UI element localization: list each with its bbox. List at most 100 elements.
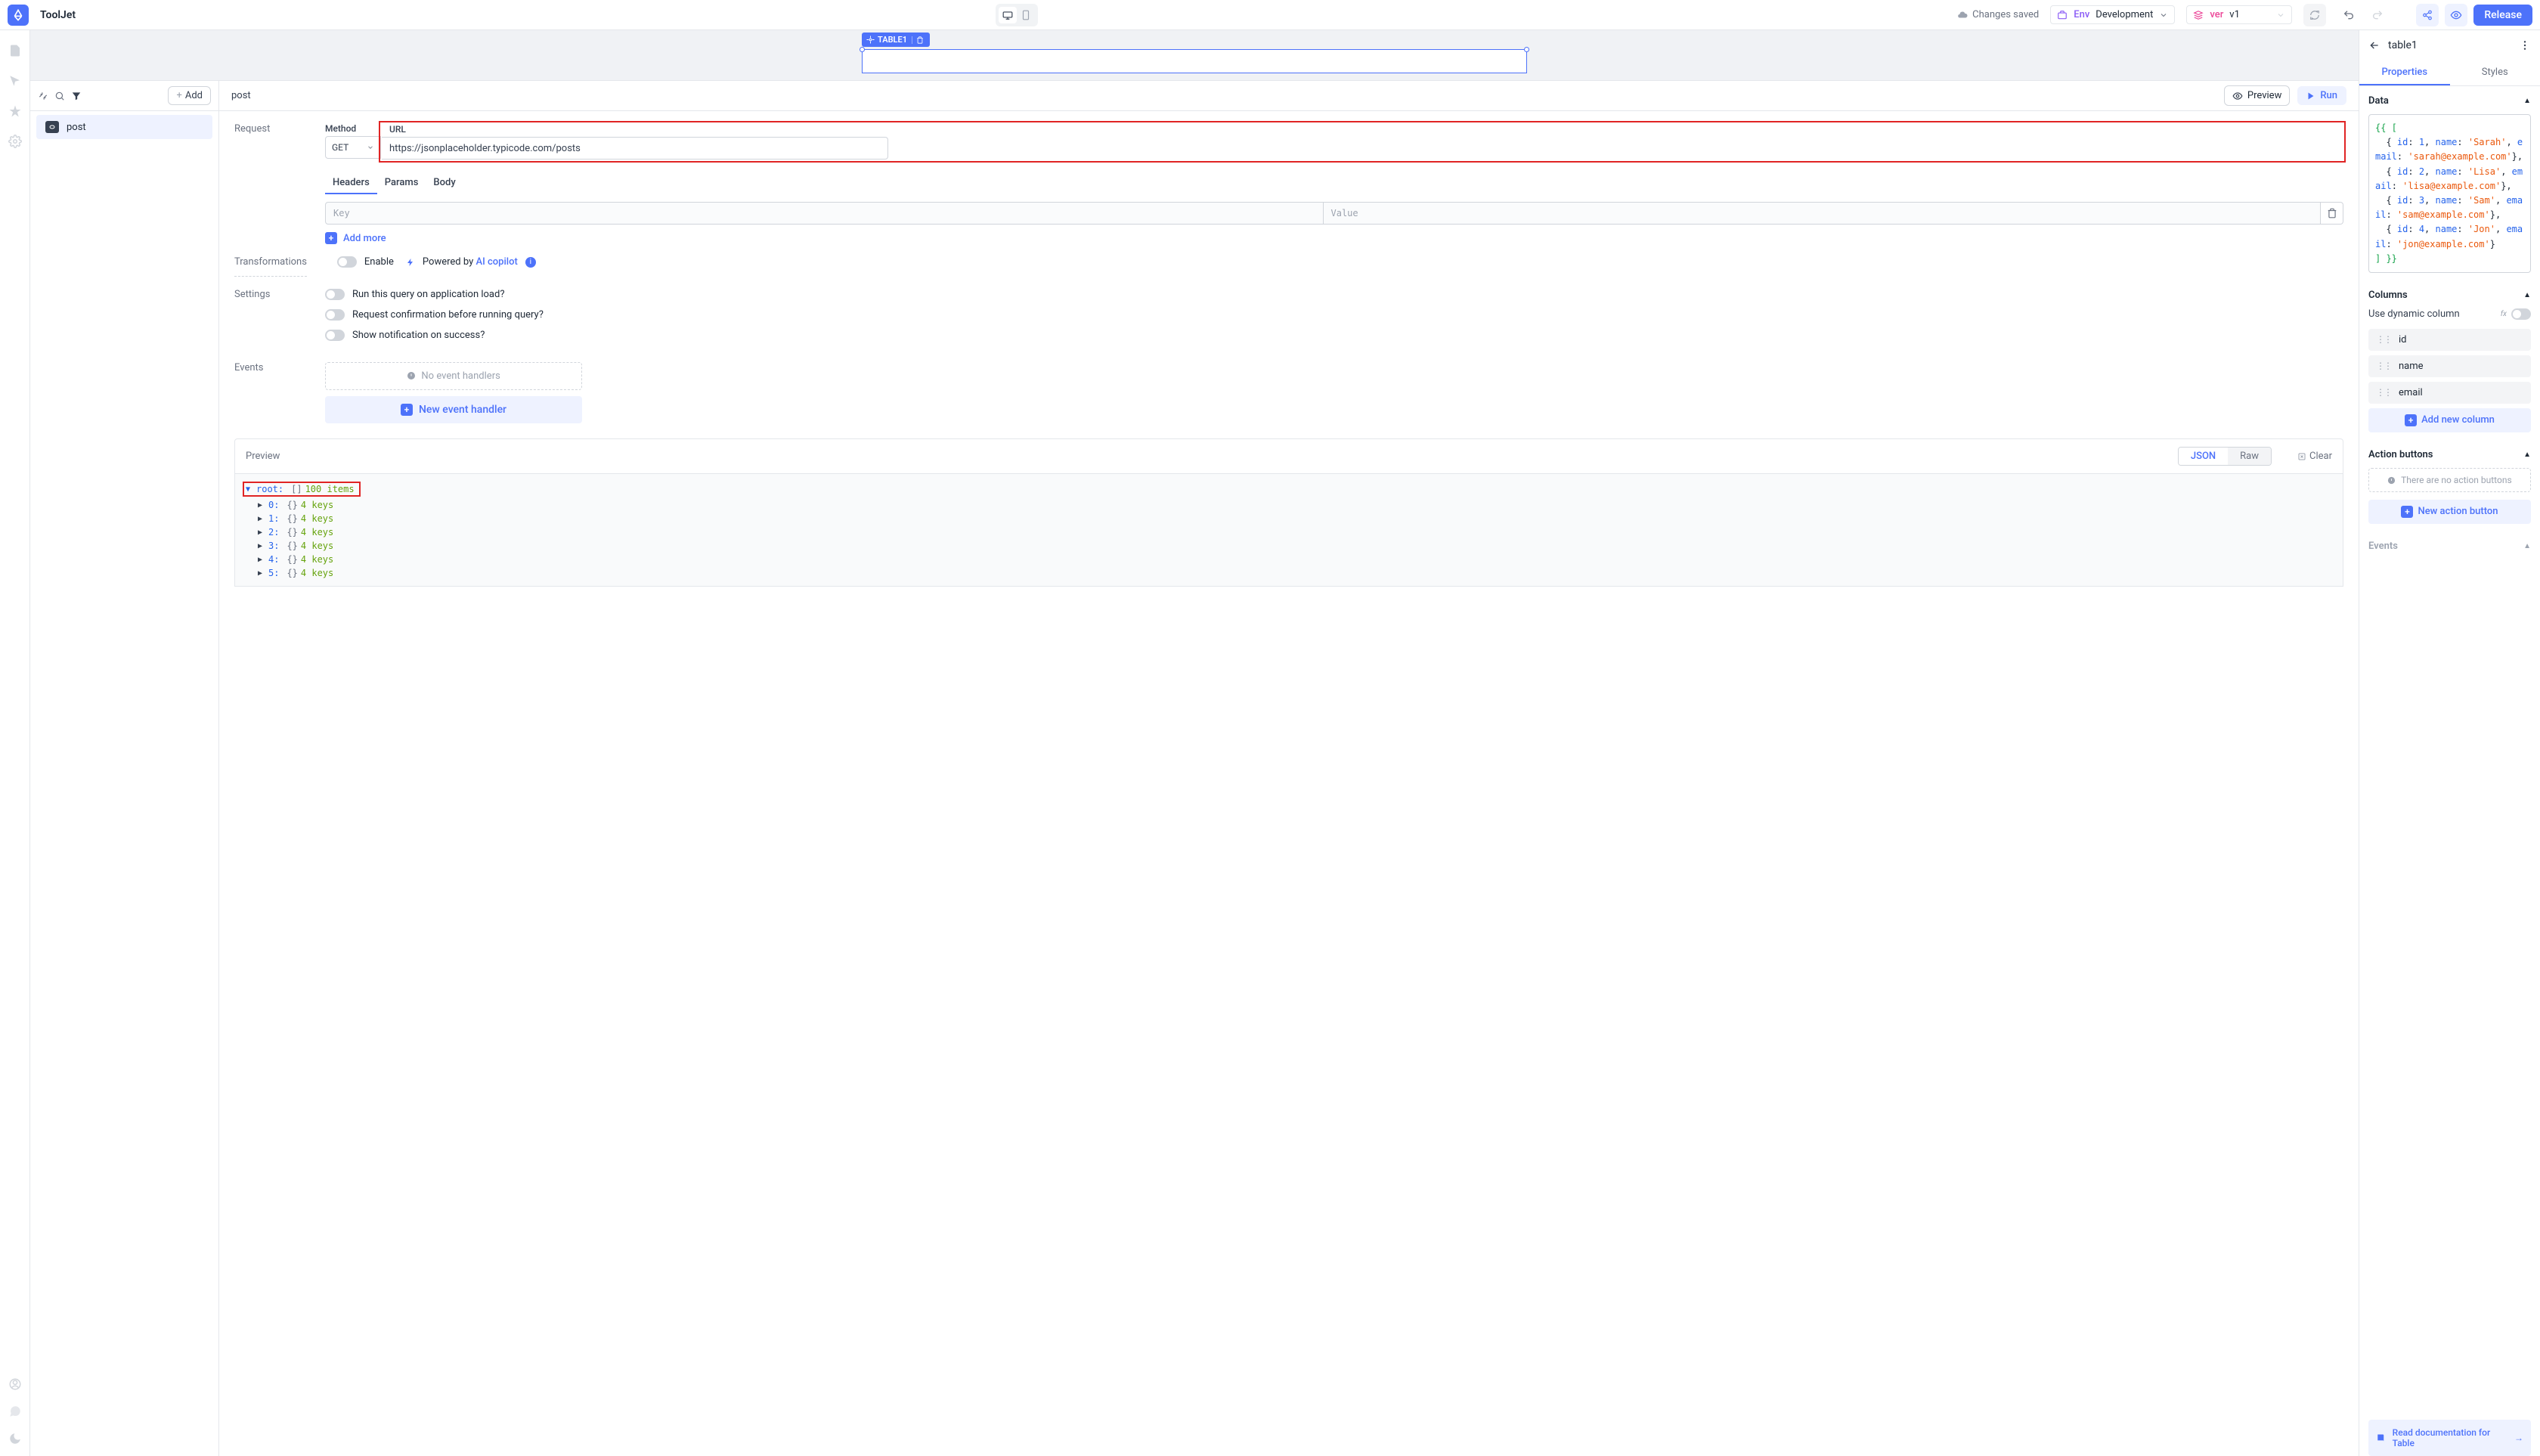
search-icon[interactable] bbox=[54, 91, 65, 101]
doc-link-footer[interactable]: Read documentation for Table → bbox=[2368, 1420, 2531, 1456]
no-action-placeholder: There are no action buttons bbox=[2368, 468, 2531, 492]
book-icon bbox=[2376, 1433, 2387, 1443]
transformations-label: Transformations bbox=[234, 256, 307, 277]
chevron-down-icon bbox=[2276, 11, 2285, 20]
topbar: ToolJet Changes saved Env Development ve… bbox=[0, 0, 2540, 30]
setting-toggle[interactable] bbox=[325, 330, 345, 341]
inspector-icon[interactable] bbox=[8, 74, 22, 88]
app-logo[interactable] bbox=[8, 5, 29, 26]
release-button[interactable]: Release bbox=[2473, 5, 2532, 26]
query-list-panel: +Add post bbox=[30, 81, 219, 1456]
theme-icon[interactable] bbox=[8, 1432, 22, 1445]
json-row[interactable]: ▶ 4: {} 4 keys bbox=[258, 553, 2335, 566]
redo-button[interactable] bbox=[2366, 4, 2389, 26]
version-selector[interactable]: ver v1 bbox=[2186, 5, 2292, 24]
canvas-preview: TABLE1 bbox=[30, 30, 2359, 80]
drag-handle-icon[interactable]: ⋮⋮ bbox=[2376, 334, 2391, 345]
json-row[interactable]: ▶ 5: {} 4 keys bbox=[258, 566, 2335, 580]
no-events-placeholder: No event handlers bbox=[325, 362, 582, 390]
json-row[interactable]: ▶ 2: {} 4 keys bbox=[258, 525, 2335, 539]
more-icon[interactable] bbox=[2519, 39, 2531, 51]
env-selector[interactable]: Env Development bbox=[2050, 5, 2175, 24]
data-code-box[interactable]: {{ [ { id: 1, name: 'Sarah', email: 'sar… bbox=[2368, 114, 2531, 273]
events-section-header[interactable]: Events▲ bbox=[2368, 541, 2531, 552]
filter-icon[interactable] bbox=[71, 91, 82, 101]
back-icon[interactable] bbox=[2368, 39, 2380, 51]
query-preview-button[interactable]: Preview bbox=[2224, 85, 2290, 106]
add-column-button[interactable]: +Add new column bbox=[2368, 408, 2531, 432]
x-icon bbox=[2297, 452, 2306, 461]
json-row[interactable]: ▶ 1: {} 4 keys bbox=[258, 512, 2335, 525]
desktop-view-button[interactable] bbox=[999, 7, 1017, 23]
play-icon bbox=[2306, 91, 2315, 101]
styles-tab[interactable]: Styles bbox=[2450, 60, 2540, 85]
left-rail bbox=[0, 30, 30, 1456]
settings-label: Settings bbox=[234, 289, 295, 350]
chevron-down-icon bbox=[367, 144, 374, 151]
eye-icon bbox=[2232, 91, 2243, 101]
results-header: Preview JSON Raw Clear bbox=[234, 438, 2343, 474]
results-body: ▼ root: [] 100 items ▶ 0: {} 4 keys▶ 1: … bbox=[234, 474, 2343, 587]
info-icon[interactable]: i bbox=[525, 257, 536, 268]
query-run-button[interactable]: Run bbox=[2297, 86, 2346, 105]
query-item[interactable]: post bbox=[36, 115, 212, 139]
mobile-view-button[interactable] bbox=[1017, 7, 1035, 23]
clear-results-button[interactable]: Clear bbox=[2297, 451, 2332, 462]
data-section-header[interactable]: Data▲ bbox=[2368, 95, 2531, 107]
add-header-button[interactable]: +Add more bbox=[325, 232, 2343, 244]
collapse-icon[interactable] bbox=[38, 91, 48, 101]
json-row[interactable]: ▶ 0: {} 4 keys bbox=[258, 498, 2335, 512]
new-event-button[interactable]: +New event handler bbox=[325, 396, 582, 423]
trash-icon[interactable] bbox=[916, 36, 924, 44]
inspector-panel: table1 Properties Styles Data▲ {{ [ { id… bbox=[2359, 30, 2540, 1456]
column-item[interactable]: ⋮⋮email bbox=[2368, 382, 2531, 404]
query-panel: +Add post post Preview Run bbox=[30, 80, 2359, 1456]
comments-icon[interactable] bbox=[8, 1405, 22, 1418]
column-item[interactable]: ⋮⋮name bbox=[2368, 355, 2531, 377]
subtab-headers[interactable]: Headers bbox=[325, 172, 377, 194]
refresh-button[interactable] bbox=[2303, 4, 2326, 26]
json-row[interactable]: ▶ 3: {} 4 keys bbox=[258, 539, 2335, 553]
chevron-down-icon bbox=[2159, 11, 2168, 20]
pages-icon[interactable] bbox=[8, 44, 22, 57]
setting-toggle[interactable] bbox=[325, 289, 345, 300]
action-buttons-section-header[interactable]: Action buttons▲ bbox=[2368, 449, 2531, 460]
request-label: Request bbox=[234, 123, 295, 244]
method-select[interactable]: GET bbox=[325, 136, 381, 159]
result-format-toggle: JSON Raw bbox=[2178, 447, 2272, 466]
drag-handle-icon[interactable]: ⋮⋮ bbox=[2376, 387, 2391, 398]
transformations-toggle[interactable] bbox=[337, 256, 357, 268]
dynamic-col-toggle[interactable] bbox=[2511, 308, 2531, 320]
new-action-button[interactable]: +New action button bbox=[2368, 500, 2531, 524]
columns-section-header[interactable]: Columns▲ bbox=[2368, 290, 2531, 301]
bolt-icon bbox=[406, 257, 415, 268]
add-query-button[interactable]: +Add bbox=[168, 86, 211, 105]
device-toggle bbox=[996, 4, 1038, 26]
settings-icon[interactable] bbox=[8, 135, 22, 148]
raw-tab[interactable]: Raw bbox=[2228, 448, 2271, 465]
json-tab[interactable]: JSON bbox=[2179, 448, 2228, 465]
properties-tab[interactable]: Properties bbox=[2359, 60, 2450, 85]
brand-name: ToolJet bbox=[40, 9, 76, 21]
current-query-name[interactable]: post bbox=[231, 90, 251, 101]
header-value-input[interactable]: Value bbox=[1324, 202, 2322, 225]
undo-button[interactable] bbox=[2337, 4, 2360, 26]
url-input[interactable]: https://jsonplaceholder.typicode.com/pos… bbox=[382, 137, 888, 160]
subtab-body[interactable]: Body bbox=[426, 172, 463, 194]
debugger-icon[interactable] bbox=[8, 104, 22, 118]
table-widget[interactable]: TABLE1 bbox=[862, 49, 1527, 73]
support-icon[interactable] bbox=[8, 1377, 22, 1391]
preview-button[interactable] bbox=[2445, 4, 2467, 26]
fx-badge[interactable]: fx bbox=[2501, 310, 2507, 318]
inspector-title: table1 bbox=[2388, 39, 2511, 51]
column-item[interactable]: ⋮⋮id bbox=[2368, 329, 2531, 351]
events-label: Events bbox=[234, 362, 295, 423]
subtab-params[interactable]: Params bbox=[377, 172, 426, 194]
widget-chip[interactable]: TABLE1 bbox=[862, 33, 930, 47]
header-key-input[interactable]: Key bbox=[325, 202, 1324, 225]
trash-icon bbox=[2327, 208, 2337, 218]
share-button[interactable] bbox=[2416, 4, 2439, 26]
delete-header-button[interactable] bbox=[2321, 202, 2343, 225]
setting-toggle[interactable] bbox=[325, 309, 345, 321]
drag-handle-icon[interactable]: ⋮⋮ bbox=[2376, 361, 2391, 371]
